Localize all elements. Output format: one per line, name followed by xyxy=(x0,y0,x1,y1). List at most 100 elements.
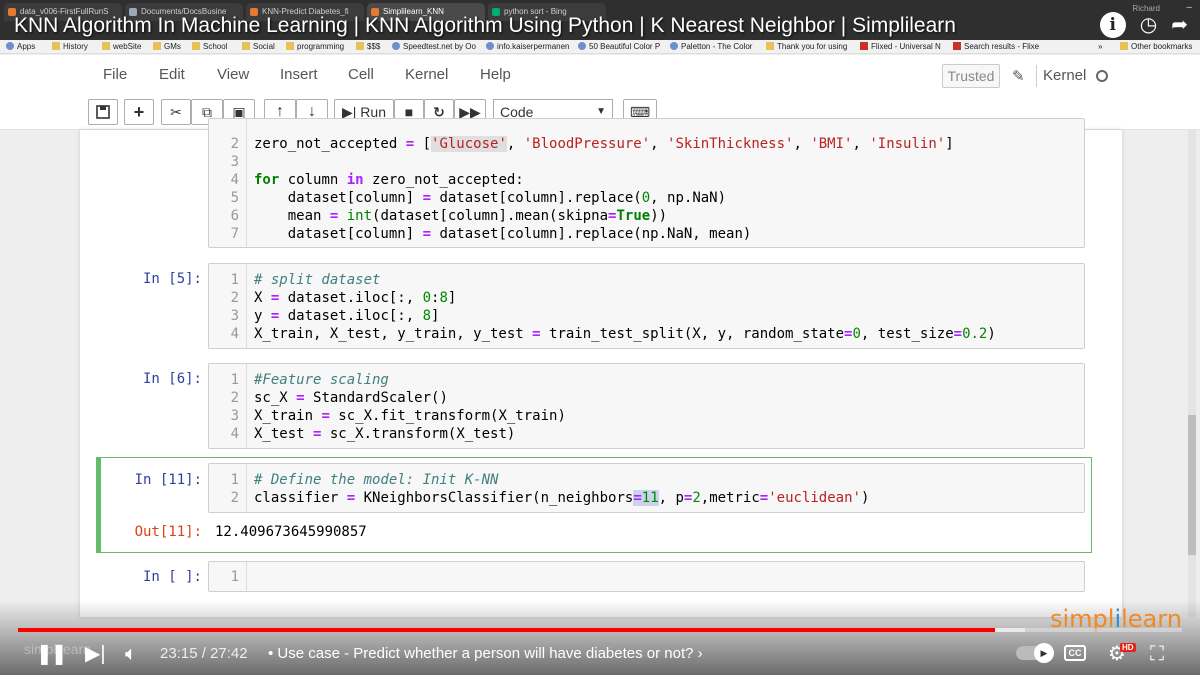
save-icon xyxy=(96,105,110,119)
progress-played xyxy=(18,628,995,632)
code-line: classifier = KNeighborsClassifier(n_neig… xyxy=(254,490,870,506)
code-line: zero_not_accepted = ['Glucose', 'BloodPr… xyxy=(254,136,954,152)
menu-view[interactable]: View xyxy=(217,66,249,83)
share-icon[interactable]: ➦ xyxy=(1171,12,1188,38)
bookmark-link[interactable]: 50 Beautiful Color P xyxy=(578,42,660,51)
code-line: dataset[column] = dataset[column].replac… xyxy=(254,190,727,206)
code-line: X = dataset.iloc[:, 0:8] xyxy=(254,290,457,306)
menu-help[interactable]: Help xyxy=(480,66,511,83)
clock-icon[interactable]: ◷ xyxy=(1140,12,1157,38)
line-number: 3 xyxy=(230,308,239,324)
code-cell[interactable]: 1 2 # Define the model: Init K-NN classi… xyxy=(208,463,1085,513)
bookmark-folder[interactable]: History xyxy=(52,42,88,51)
menu-kernel[interactable]: Kernel xyxy=(405,66,448,83)
line-number: 1 xyxy=(230,272,239,288)
code-line: X_test = sc_X.transform(X_test) xyxy=(254,426,516,442)
trusted-indicator[interactable]: Trusted xyxy=(942,64,1000,88)
page-icon xyxy=(578,42,586,50)
line-number: 2 xyxy=(230,490,239,506)
bookmark-folder[interactable]: webSite xyxy=(102,42,141,51)
info-icon[interactable]: i xyxy=(1099,12,1126,38)
output-prompt: Out[11]: xyxy=(134,524,202,540)
time-display: 23:15 / 27:42 xyxy=(160,645,248,662)
bookmark-folder[interactable]: $$$ xyxy=(356,42,380,51)
line-number: 5 xyxy=(230,190,239,206)
code-cell[interactable]: 2 3 4 5 6 7 zero_not_accepted = ['Glucos… xyxy=(208,118,1085,248)
hd-badge: HD xyxy=(1120,643,1136,652)
menu-file[interactable]: File xyxy=(103,66,127,83)
menu-insert[interactable]: Insert xyxy=(280,66,318,83)
flixed-icon xyxy=(860,42,868,50)
code-line: mean = int(dataset[column].mean(skipna=T… xyxy=(254,208,668,224)
kernel-name[interactable]: Kernel xyxy=(1036,65,1086,87)
line-number: 1 xyxy=(230,472,239,488)
player-gradient xyxy=(0,600,1200,675)
volume-icon[interactable]: 🔈︎ xyxy=(125,642,137,666)
bookmark-folder[interactable]: GMs xyxy=(153,42,181,51)
cut-button[interactable]: ✂ xyxy=(161,99,191,125)
video-overlay-actions: i ◷ ➦ xyxy=(1099,12,1188,38)
save-button[interactable] xyxy=(88,99,118,125)
code-line: sc_X = StandardScaler() xyxy=(254,390,448,406)
speedtest-icon xyxy=(392,42,400,50)
code-line: X_train, X_test, y_train, y_test = train… xyxy=(254,326,996,342)
pencil-icon[interactable]: ✎ xyxy=(1012,67,1025,85)
code-line: X_train = sc_X.fit_transform(X_train) xyxy=(254,408,566,424)
menubar: File Edit View Insert Cell Kernel Help T… xyxy=(80,59,1120,89)
progress-bar[interactable] xyxy=(18,628,1182,632)
input-prompt: In [ ]: xyxy=(142,569,202,585)
line-number: 3 xyxy=(230,408,239,424)
code-cell[interactable]: 1 2 3 4 # split dataset X = dataset.iloc… xyxy=(208,263,1085,349)
kernel-status-icon xyxy=(1096,70,1108,82)
menu-cell[interactable]: Cell xyxy=(348,66,374,83)
autoplay-toggle[interactable]: ▶ xyxy=(1016,643,1054,663)
code-line: # split dataset xyxy=(254,272,381,288)
code-cell[interactable]: 1 2 3 4 #Feature scaling sc_X = Standard… xyxy=(208,363,1085,449)
scissors-icon: ✂ xyxy=(170,104,182,120)
flixed-icon xyxy=(953,42,961,50)
line-number: 6 xyxy=(230,208,239,224)
line-number: 4 xyxy=(230,172,239,188)
bookmark-folder[interactable]: School xyxy=(192,42,227,51)
bookmark-folder[interactable]: Other bookmarks xyxy=(1120,42,1192,51)
page-scrollbar[interactable] xyxy=(1188,130,1196,617)
code-line: # Define the model: Init K-NN xyxy=(254,472,499,488)
line-number: 4 xyxy=(230,326,239,342)
bookmark-link[interactable]: Thank you for using xyxy=(766,42,847,51)
bookmark-link[interactable]: Speedtest.net by Oo xyxy=(392,42,476,51)
input-prompt: In [11]: xyxy=(134,472,202,488)
insert-cell-button[interactable]: + xyxy=(124,99,154,125)
code-line: #Feature scaling xyxy=(254,372,389,388)
bookmark-link[interactable]: info.kaiserpermanen xyxy=(486,42,569,51)
bookmark-folder[interactable]: programming xyxy=(286,42,344,51)
input-prompt: In [5]: xyxy=(142,271,202,287)
video-title[interactable]: KNN Algorithm In Machine Learning | KNN … xyxy=(14,14,956,38)
bookmark-link[interactable]: Search results - Flixe xyxy=(953,42,1039,51)
bookmarks-overflow[interactable]: » xyxy=(1098,42,1102,51)
folder-icon xyxy=(153,42,161,50)
folder-icon xyxy=(356,42,364,50)
menu-edit[interactable]: Edit xyxy=(159,66,185,83)
folder-icon xyxy=(286,42,294,50)
chapter-title[interactable]: • Use case - Predict whether a person wi… xyxy=(268,645,703,662)
scrollbar-thumb[interactable] xyxy=(1188,415,1196,555)
line-number: 4 xyxy=(230,426,239,442)
bookmark-link[interactable]: Paletton - The Color xyxy=(670,42,752,51)
folder-icon xyxy=(192,42,200,50)
bookmark-folder[interactable]: Social xyxy=(242,42,275,51)
bookmark-apps[interactable]: Apps xyxy=(6,42,35,51)
pause-button[interactable]: ❚❚ xyxy=(36,642,67,666)
bookmarks-bar: Apps History webSite GMs School Social p… xyxy=(0,40,1200,54)
bookmark-link[interactable]: Flixed - Universal N xyxy=(860,42,941,51)
code-cell-empty[interactable]: 1 xyxy=(208,561,1085,592)
line-number: 2 xyxy=(230,136,239,152)
line-number: 1 xyxy=(230,372,239,388)
next-button[interactable]: ▶| xyxy=(85,642,106,666)
line-number: 7 xyxy=(230,226,239,242)
code-line: y = dataset.iloc[:, 8] xyxy=(254,308,440,324)
captions-button[interactable]: CC xyxy=(1064,645,1086,661)
page-icon xyxy=(486,42,494,50)
apps-icon xyxy=(6,42,14,50)
fullscreen-icon[interactable]: ⛶ xyxy=(1150,642,1164,666)
line-number: 3 xyxy=(230,154,239,170)
